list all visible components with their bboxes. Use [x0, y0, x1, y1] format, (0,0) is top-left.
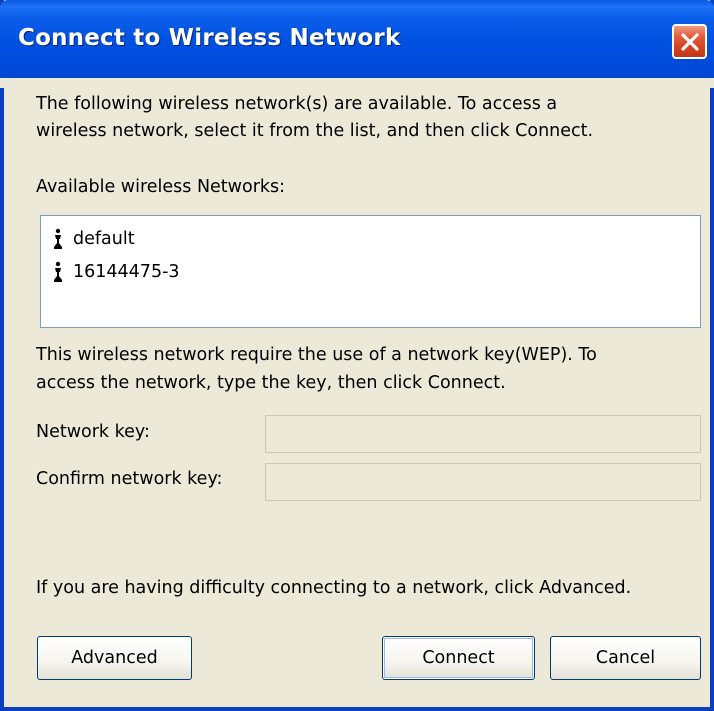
advanced-button[interactable]: Advanced [37, 636, 192, 680]
network-name: 16144475-3 [73, 262, 180, 282]
confirm-key-field[interactable] [265, 463, 701, 501]
list-item[interactable]: default [51, 226, 135, 252]
help-text: If you are having difficulty connecting … [36, 578, 632, 598]
close-icon [681, 33, 699, 51]
window-title: Connect to Wireless Network [18, 25, 401, 51]
titlebar-bottom-edge [0, 78, 714, 88]
title-bar[interactable]: Connect to Wireless Network [0, 0, 714, 88]
cancel-button[interactable]: Cancel [550, 636, 701, 680]
list-item[interactable]: 16144475-3 [51, 259, 180, 285]
intro-text-line2: wireless network, select it from the lis… [36, 121, 594, 141]
intro-text-line1: The following wireless network(s) are av… [36, 94, 558, 114]
key-info-line1: This wireless network require the use of… [36, 345, 597, 365]
wireless-antenna-icon [54, 228, 62, 249]
network-name: default [73, 229, 135, 249]
network-key-label: Network key: [36, 422, 150, 442]
dialog-window: Connect to Wireless Network The followin… [0, 0, 714, 711]
connect-button[interactable]: Connect [382, 636, 535, 680]
wireless-antenna-icon [54, 261, 62, 282]
key-info-line2: access the network, type the key, then c… [36, 373, 506, 393]
network-list[interactable]: default 16144475-3 [40, 215, 701, 328]
confirm-key-label: Confirm network key: [36, 469, 223, 489]
close-button[interactable] [672, 24, 707, 59]
networks-label: Available wireless Networks: [36, 177, 286, 197]
network-key-field[interactable] [265, 415, 701, 453]
